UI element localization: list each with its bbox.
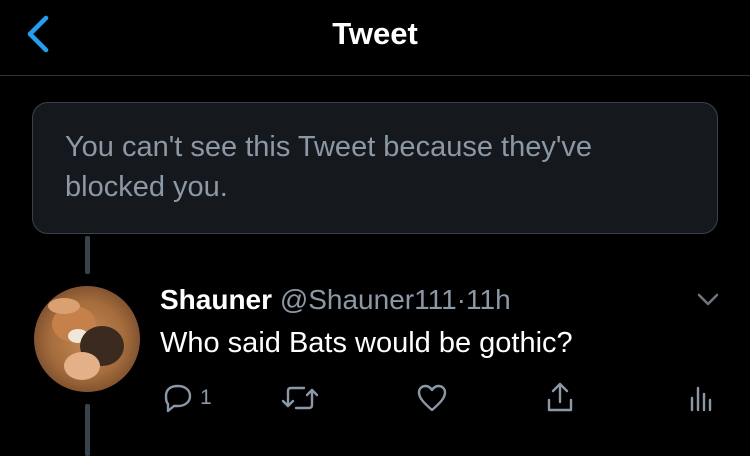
reply-count: 1 <box>200 386 212 409</box>
page-title: Tweet <box>332 16 418 51</box>
retweet-icon <box>281 386 319 410</box>
share-button[interactable] <box>542 380 578 416</box>
like-button[interactable] <box>414 380 450 416</box>
share-icon <box>547 382 573 412</box>
author-name[interactable]: Shauner <box>160 284 272 315</box>
heart-icon <box>417 384 447 412</box>
tweet-text: Who said Bats would be gothic? <box>160 327 573 359</box>
avatar[interactable] <box>34 286 140 392</box>
chevron-down-icon <box>697 293 719 306</box>
blocked-tweet-notice: You can't see this Tweet because they've… <box>32 102 718 234</box>
blocked-notice-text: You can't see this Tweet because they've… <box>65 131 592 203</box>
retweet-button[interactable] <box>278 380 322 416</box>
more-options-button[interactable] <box>694 286 722 314</box>
tweet-header: Shauner @Shauner111·11h <box>160 280 511 320</box>
tweet-time: 11h <box>466 284 511 315</box>
separator-dot: · <box>456 284 466 315</box>
reply-button[interactable]: 1 <box>160 380 212 416</box>
author-handle[interactable]: @Shauner111 <box>280 284 457 315</box>
analytics-button[interactable] <box>686 380 714 416</box>
top-bar: Tweet <box>0 0 750 76</box>
thread-line-bottom <box>85 404 90 456</box>
thread-line-top <box>85 236 90 274</box>
comment-icon <box>164 384 192 413</box>
analytics-icon <box>690 386 712 412</box>
